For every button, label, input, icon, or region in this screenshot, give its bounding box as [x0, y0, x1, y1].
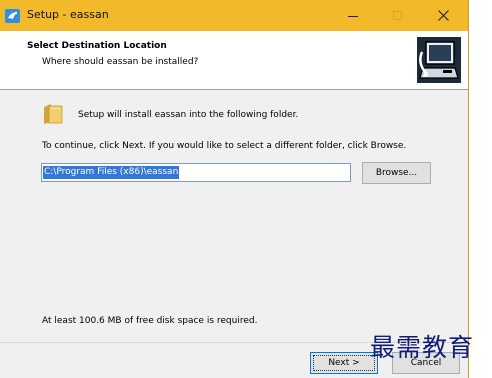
destination-path-input[interactable]: C:\Program Files (x86)\eassan: [41, 163, 351, 182]
wizard-header: Select Destination Location Where should…: [0, 31, 468, 90]
setup-app-icon: [5, 9, 20, 23]
page-subtitle: Where should eassan be installed?: [42, 57, 199, 67]
install-folder-intro: Setup will install eassan into the follo…: [78, 110, 299, 120]
browse-instructions: To continue, click Next. If you would li…: [42, 141, 407, 151]
destination-path-value: C:\Program Files (x86)\eassan: [43, 166, 180, 179]
minimize-icon[interactable]: [330, 0, 376, 31]
maximize-icon[interactable]: [375, 0, 421, 31]
installer-computer-icon: [413, 34, 465, 86]
disk-space-requirement: At least 100.6 MB of free disk space is …: [42, 316, 258, 326]
close-icon[interactable]: [421, 0, 467, 31]
next-button[interactable]: Next >: [310, 352, 378, 374]
watermark-logo: 最需教育: [370, 333, 475, 362]
browse-button[interactable]: Browse...: [362, 162, 431, 184]
setup-window: Setup - eassan Select Destination Locati…: [0, 0, 469, 378]
title-bar[interactable]: Setup - eassan: [0, 0, 468, 31]
folder-icon: [43, 103, 63, 125]
focus-rectangle: [313, 355, 375, 371]
page-title: Select Destination Location: [27, 41, 167, 51]
window-title: Setup - eassan: [27, 8, 109, 21]
